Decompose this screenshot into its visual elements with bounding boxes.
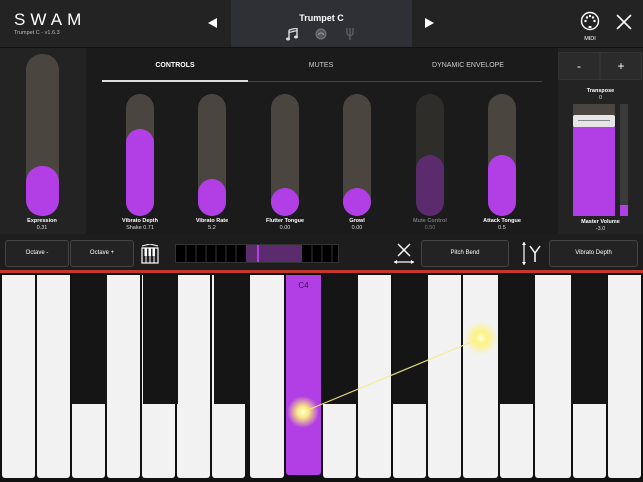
expression-slider[interactable] [26,54,59,216]
master-volume-slider[interactable] [573,104,615,216]
close-icon[interactable] [616,14,632,30]
vibrato-rate-fill [198,179,226,216]
tab-dynamic-envelope[interactable]: DYNAMIC ENVELOPE [394,62,542,69]
tab-controls[interactable]: CONTROLS [102,62,248,69]
mute-control-slider [416,94,444,216]
music-note-icon[interactable] [286,28,298,41]
octave-up-button[interactable]: Octave + [70,240,134,267]
flutter-tongue-value: 0.00 [279,225,291,231]
growl-slider[interactable] [343,94,371,216]
preset-name: Trumpet C [299,13,344,23]
touch-point-icon [287,396,319,428]
vibrato-depth-slider[interactable] [126,94,154,216]
master-volume-value: -3.0 [595,226,606,232]
growl-label: Growl [349,218,365,224]
flutter-tongue-fill [271,188,299,216]
level-meter [620,104,628,216]
handle-grip [578,120,610,122]
master-volume-label: Master Volume [581,219,620,225]
mute-control-fill [416,155,444,216]
xy-axis-icon[interactable] [393,241,415,266]
attack-tongue-value: 0.5 [498,225,506,231]
next-preset-icon[interactable] [425,18,434,28]
transpose-minus-button[interactable]: - [558,52,600,80]
preset-selector[interactable]: Trumpet C [231,0,412,47]
vibrato-rate-slider[interactable] [198,94,226,216]
attack-tongue-label: Attack Tongue [483,218,521,224]
touch-overlay [287,321,498,428]
attack-tongue-slider[interactable] [488,94,516,216]
vibrato-rate-value: 5.2 [208,225,216,231]
attack-tongue-fill [488,155,516,216]
transpose-label: Transpose [586,88,615,94]
growl-value: 0.00 [351,225,363,231]
keyboard-icon[interactable] [141,244,159,264]
midi-label: MIDI [584,36,596,42]
prev-preset-icon[interactable] [208,18,217,28]
flutter-tongue-label: Flutter Tongue [265,218,305,224]
range-key-ticks [185,245,333,262]
expression-value: 0.31 [36,225,48,231]
mute-control-value: 0.50 [424,225,436,231]
master-volume-fill [573,117,615,216]
growl-fill [343,188,371,216]
level-meter-fill [620,204,628,216]
flutter-tongue-slider[interactable] [271,94,299,216]
master-volume-handle[interactable] [573,115,615,128]
vibrato-depth-label: Vibrato Depth [122,218,158,224]
pitch-bend-button[interactable]: Pitch Bend [421,240,509,267]
octave-down-button[interactable]: Octave - [5,240,69,267]
vibrato-depth-fill [126,129,154,216]
fork-icon[interactable] [345,28,355,40]
header-bar: SWAM Trumpet C - v1.6.3 Trumpet C MIDI [0,0,643,48]
tab-mutes[interactable]: MUTES [248,62,394,69]
active-tab-indicator [102,80,248,82]
app-logo: SWAM [14,10,87,29]
vibrato-rate-label: Vibrato Rate [195,218,229,224]
vibrato-depth-button[interactable]: Vibrato Depth [549,240,638,267]
circle-icon[interactable] [315,28,327,40]
keyboard-range-navigator[interactable] [175,244,339,263]
y-axis-icon[interactable] [520,240,544,267]
touch-trail [302,337,482,413]
vibrato-depth-value: Shake 0.71 [126,225,154,231]
transpose-value: 0 [598,95,603,101]
transpose-plus-button[interactable]: + [600,52,642,80]
app-version: Trumpet C - v1.6.3 [14,30,60,36]
expression-label: Expression [27,218,57,224]
touch-point-icon [464,321,498,355]
tab-bar: CONTROLS MUTES DYNAMIC ENVELOPE [102,48,542,82]
mute-control-label: Mute Control [413,218,447,224]
midi-port-icon[interactable] [580,11,600,31]
expression-slider-fill [26,165,59,216]
